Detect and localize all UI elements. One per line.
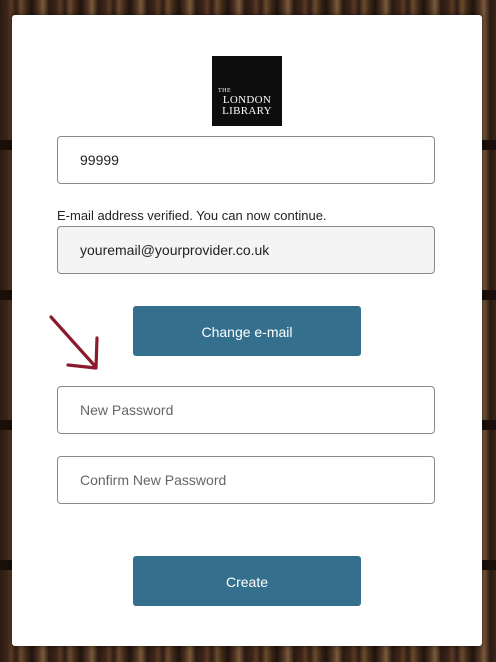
email-input[interactable] [57, 226, 435, 274]
email-verified-message: E-mail address verified. You can now con… [57, 208, 327, 223]
verification-code-input[interactable] [57, 136, 435, 184]
logo-line-library: LIBRARY [222, 105, 272, 117]
signup-card: THE LONDON LIBRARY E-mail address verifi… [12, 15, 482, 646]
change-email-button[interactable]: Change e-mail [133, 306, 361, 356]
pointer-arrow-icon [49, 315, 99, 370]
london-library-logo: THE LONDON LIBRARY [212, 56, 282, 126]
confirm-password-input[interactable] [57, 456, 435, 504]
new-password-input[interactable] [57, 386, 435, 434]
create-button[interactable]: Create [133, 556, 361, 606]
